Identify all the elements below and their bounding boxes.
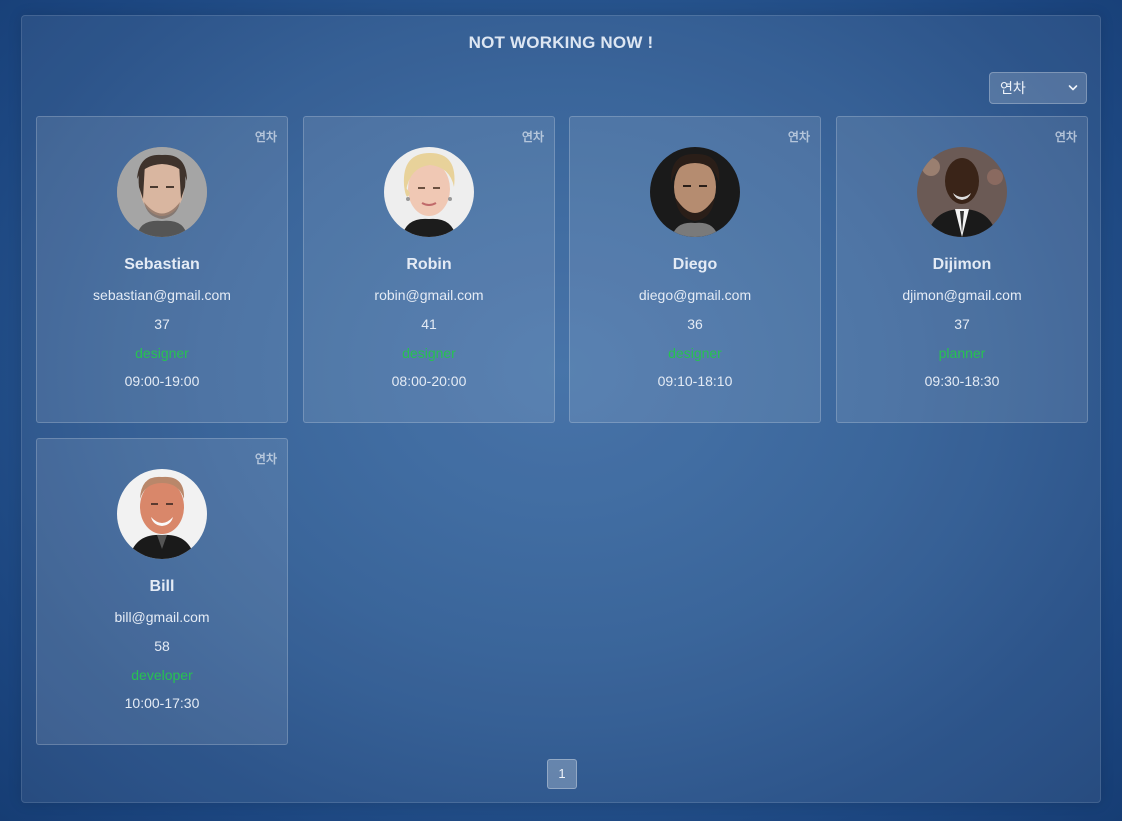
chevron-down-icon bbox=[1068, 73, 1078, 103]
avatar bbox=[117, 469, 207, 559]
employee-age: 37 bbox=[154, 316, 170, 332]
employee-card[interactable]: 연차 Robin robin@gmail.com 41 designer 08:… bbox=[303, 116, 555, 423]
employee-card[interactable]: 연차 Diego diego@gmail.com 36 designer 09:… bbox=[569, 116, 821, 423]
employee-email: sebastian@gmail.com bbox=[93, 287, 231, 303]
employee-role: developer bbox=[131, 667, 193, 683]
employee-role: designer bbox=[668, 345, 722, 361]
avatar bbox=[117, 147, 207, 237]
employee-hours: 09:30-18:30 bbox=[924, 373, 1000, 389]
leave-badge: 연차 bbox=[1054, 130, 1077, 144]
employee-email: robin@gmail.com bbox=[374, 287, 484, 303]
avatar bbox=[650, 147, 740, 237]
employee-role: planner bbox=[938, 345, 986, 361]
employee-name: Robin bbox=[406, 256, 452, 273]
employee-hours: 09:10-18:10 bbox=[657, 373, 733, 389]
employee-email: djimon@gmail.com bbox=[902, 287, 1022, 303]
leave-type-select[interactable]: 연차 bbox=[989, 72, 1087, 104]
employee-age: 41 bbox=[421, 316, 437, 332]
leave-badge: 연차 bbox=[787, 130, 810, 144]
employee-card[interactable]: 연차 Bill bill@gmail.com 58 developer 10:0… bbox=[36, 438, 288, 745]
pagination-page-button[interactable]: 1 bbox=[547, 759, 577, 789]
employee-age: 36 bbox=[687, 316, 703, 332]
leave-badge: 연차 bbox=[254, 452, 277, 466]
employee-name: Diego bbox=[672, 256, 718, 273]
leave-type-selected-value: 연차 bbox=[1000, 80, 1026, 96]
employee-name: Dijimon bbox=[932, 256, 992, 273]
leave-badge: 연차 bbox=[521, 130, 544, 144]
employee-name: Bill bbox=[149, 578, 175, 595]
employee-card[interactable]: 연차 Dijimon djimon@gmail.com 37 planner 0… bbox=[836, 116, 1088, 423]
avatar bbox=[917, 147, 1007, 237]
main-panel: NOT WORKING NOW ! 연차 연차 Sebastian sebast… bbox=[21, 15, 1101, 803]
employee-email: diego@gmail.com bbox=[638, 287, 752, 303]
employee-age: 37 bbox=[954, 316, 970, 332]
leave-badge: 연차 bbox=[254, 130, 277, 144]
employee-hours: 09:00-19:00 bbox=[124, 373, 200, 389]
employee-email: bill@gmail.com bbox=[114, 609, 210, 625]
employee-card[interactable]: 연차 Sebastian sebastian@gmail.com 37 desi… bbox=[36, 116, 288, 423]
employee-age: 58 bbox=[154, 638, 170, 654]
employee-role: designer bbox=[402, 345, 456, 361]
employee-hours: 10:00-17:30 bbox=[124, 695, 200, 711]
avatar bbox=[384, 147, 474, 237]
employee-name: Sebastian bbox=[124, 256, 200, 273]
page-title: NOT WORKING NOW ! bbox=[468, 33, 654, 52]
employee-hours: 08:00-20:00 bbox=[391, 373, 467, 389]
employee-role: designer bbox=[135, 345, 189, 361]
